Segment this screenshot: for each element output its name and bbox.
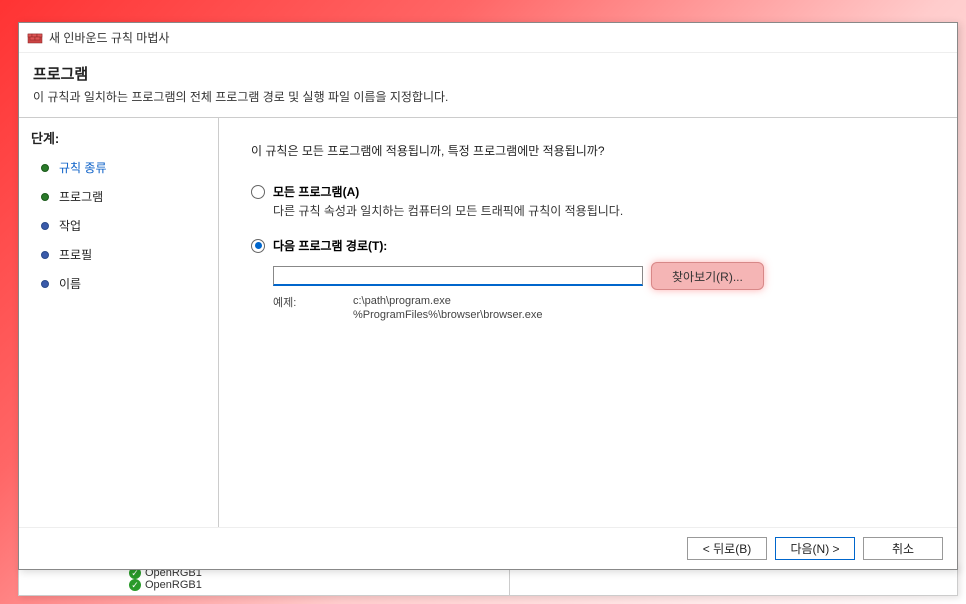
footer-buttons: < 뒤로(B) 다음(N) > 취소 (19, 527, 957, 569)
wizard-window: 새 인바운드 규칙 마법사 프로그램 이 규칙과 일치하는 프로그램의 전체 프… (18, 22, 958, 570)
sidebar-header: 단계: (19, 126, 218, 153)
page-description: 이 규칙과 일치하는 프로그램의 전체 프로그램 경로 및 실행 파일 이름을 … (33, 88, 943, 105)
step-bullet-icon (41, 193, 49, 201)
step-bullet-icon (41, 222, 49, 230)
firewall-icon (27, 30, 43, 46)
steps-sidebar: 단계: 규칙 종류 프로그램 작업 프로필 이름 (19, 118, 219, 527)
step-bullet-icon (41, 251, 49, 259)
radio-all-programs[interactable]: 모든 프로그램(A) (251, 183, 925, 200)
step-label: 프로그램 (59, 188, 103, 205)
window-title: 새 인바운드 규칙 마법사 (49, 29, 169, 46)
step-label: 규칙 종류 (59, 159, 107, 176)
program-path-input[interactable] (273, 266, 643, 286)
bg-list-item: ✓ OpenRGB1 (129, 579, 202, 591)
header-section: 프로그램 이 규칙과 일치하는 프로그램의 전체 프로그램 경로 및 실행 파일… (19, 53, 957, 118)
radio-icon (251, 185, 265, 199)
example-line: %ProgramFiles%\browser\browser.exe (353, 308, 543, 322)
cancel-button[interactable]: 취소 (863, 537, 943, 560)
content-pane: 이 규칙은 모든 프로그램에 적용됩니까, 특정 프로그램에만 적용됩니까? 모… (219, 118, 957, 527)
step-bullet-icon (41, 164, 49, 172)
next-button[interactable]: 다음(N) > (775, 537, 855, 560)
step-rule-type[interactable]: 규칙 종류 (19, 153, 218, 182)
step-label: 작업 (59, 217, 81, 234)
radio-program-path[interactable]: 다음 프로그램 경로(T): (251, 237, 925, 254)
step-bullet-icon (41, 280, 49, 288)
back-button[interactable]: < 뒤로(B) (687, 537, 767, 560)
question-text: 이 규칙은 모든 프로그램에 적용됩니까, 특정 프로그램에만 적용됩니까? (251, 142, 925, 159)
example-row: 예제: c:\path\program.exe %ProgramFiles%\b… (273, 294, 925, 323)
page-title: 프로그램 (33, 63, 943, 84)
step-label: 이름 (59, 275, 81, 292)
check-icon: ✓ (129, 579, 141, 591)
radio-label: 모든 프로그램(A) (273, 183, 359, 200)
radio-all-description: 다른 규칙 속성과 일치하는 컴퓨터의 모든 트래픽에 규칙이 적용됩니다. (273, 202, 925, 219)
titlebar: 새 인바운드 규칙 마법사 (19, 23, 957, 53)
step-name[interactable]: 이름 (19, 269, 218, 298)
step-action[interactable]: 작업 (19, 211, 218, 240)
path-input-row: 찾아보기(R)... (273, 262, 925, 290)
step-label: 프로필 (59, 246, 92, 263)
radio-label: 다음 프로그램 경로(T): (273, 237, 387, 254)
bg-item-label: OpenRGB1 (145, 579, 202, 591)
browse-button[interactable]: 찾아보기(R)... (651, 262, 764, 290)
example-text: c:\path\program.exe %ProgramFiles%\brows… (353, 294, 543, 323)
example-label: 예제: (273, 294, 353, 323)
radio-icon (251, 239, 265, 253)
step-program[interactable]: 프로그램 (19, 182, 218, 211)
body-area: 단계: 규칙 종류 프로그램 작업 프로필 이름 이 규 (19, 118, 957, 527)
example-line: c:\path\program.exe (353, 294, 543, 308)
step-profile[interactable]: 프로필 (19, 240, 218, 269)
